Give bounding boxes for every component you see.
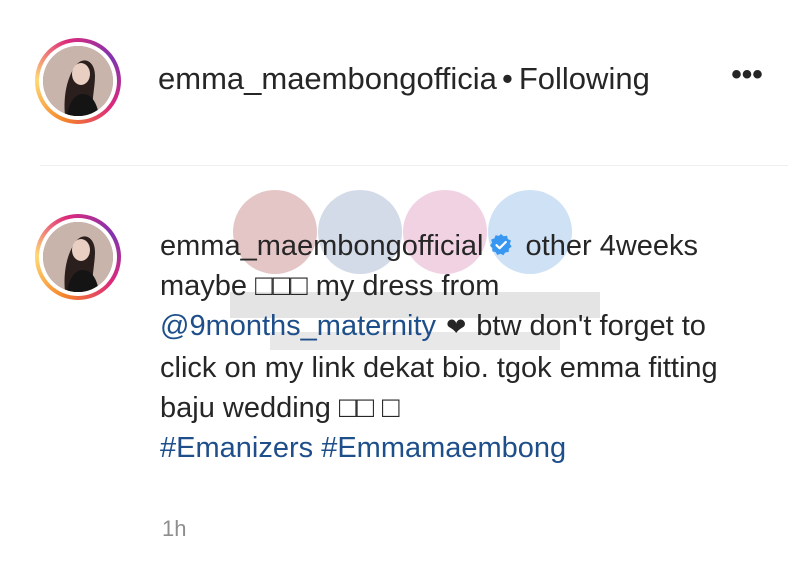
- header-username-link[interactable]: emma_maembongofficial: [158, 58, 498, 100]
- profile-photo-icon: [43, 222, 113, 292]
- comment-avatar[interactable]: [35, 214, 121, 300]
- caption-comment: emma_maembongofficial other 4weeks maybe…: [0, 166, 800, 588]
- verified-badge-icon: [489, 228, 513, 256]
- avatar-photo: [43, 222, 113, 292]
- following-button[interactable]: Following: [519, 58, 650, 100]
- timestamp[interactable]: 1h: [162, 516, 186, 542]
- heart-icon: ❤: [446, 314, 467, 341]
- header-separator: •: [502, 61, 513, 96]
- mention-link[interactable]: @9months_maternity: [160, 310, 436, 342]
- hashtag-link[interactable]: #Emmamaembong: [321, 432, 566, 464]
- more-options-icon[interactable]: •••: [722, 60, 772, 100]
- avatar[interactable]: [35, 38, 121, 124]
- profile-photo-icon: [43, 46, 113, 116]
- avatar-photo: [43, 46, 113, 116]
- caption-text: emma_maembongofficial other 4weeks maybe…: [160, 226, 760, 468]
- header-title-row: emma_maembongofficial • Following: [158, 58, 650, 100]
- post-header: emma_maembongofficial • Following •••: [0, 0, 800, 165]
- comment-author-link[interactable]: emma_maembongofficial: [160, 230, 483, 262]
- hashtag-link[interactable]: #Emanizers: [160, 432, 313, 464]
